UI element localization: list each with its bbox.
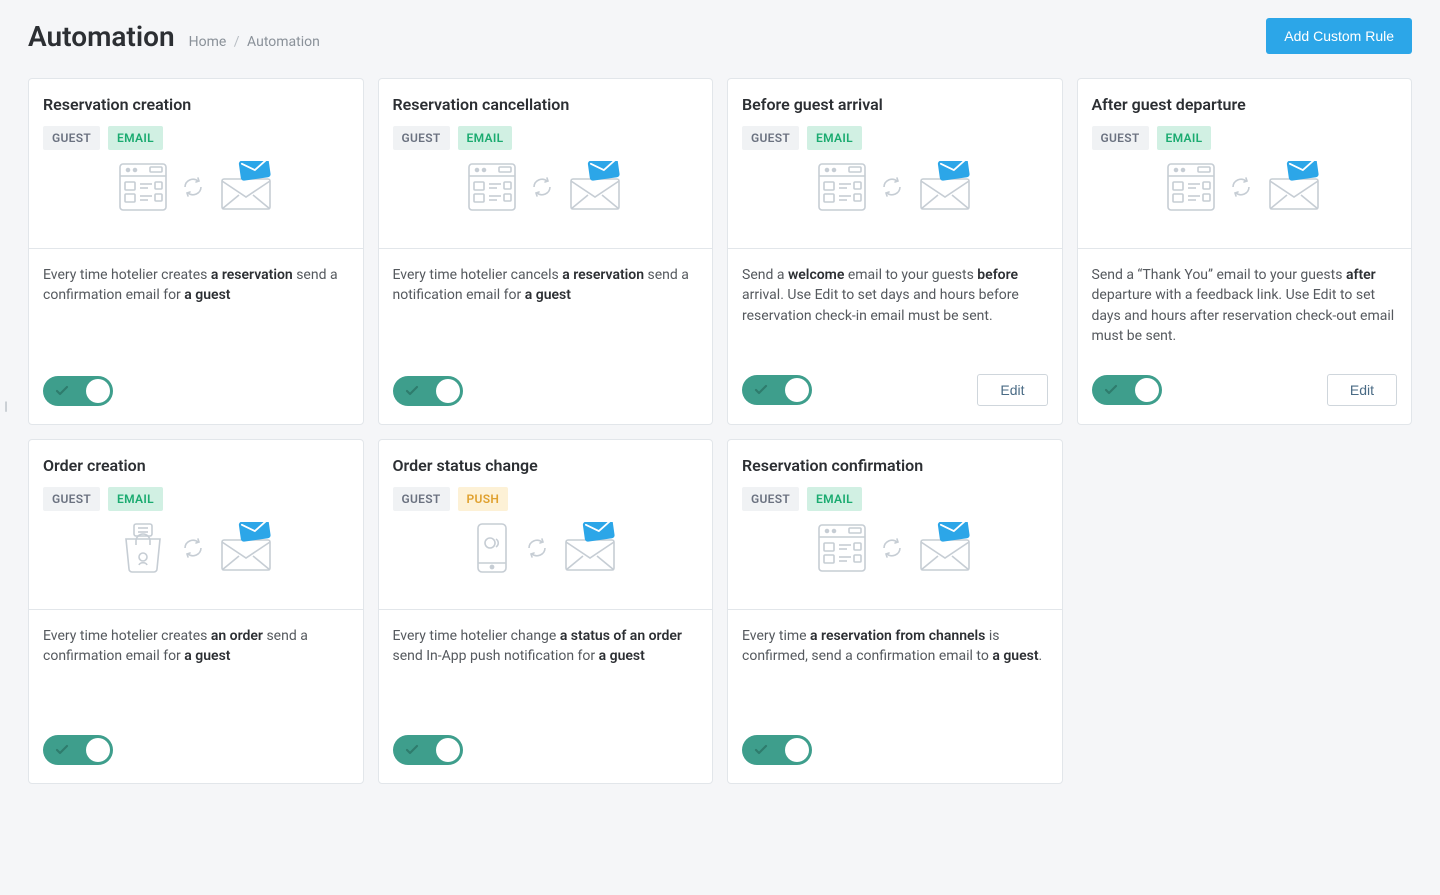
- automation-card: Order status change GUEST PUSH Every tim…: [378, 439, 714, 784]
- check-icon: [55, 384, 69, 398]
- card-title: Order status change: [393, 456, 699, 475]
- reservation-icon: [817, 521, 867, 575]
- toggle-knob: [436, 738, 460, 762]
- cycle-arrows-icon: [531, 176, 553, 198]
- card-title: Reservation confirmation: [742, 456, 1048, 475]
- automation-card: Reservation cancellation GUEST EMAIL Eve…: [378, 78, 714, 425]
- check-icon: [405, 743, 419, 757]
- envelope-icon: [1266, 161, 1322, 213]
- check-icon: [754, 743, 768, 757]
- toggle-knob: [86, 379, 110, 403]
- enable-toggle[interactable]: [393, 735, 463, 765]
- breadcrumb-home[interactable]: Home: [189, 34, 227, 50]
- check-icon: [405, 384, 419, 398]
- check-icon: [1104, 383, 1118, 397]
- tag-guest: GUEST: [43, 487, 100, 511]
- toggle-knob: [785, 738, 809, 762]
- enable-toggle[interactable]: [43, 735, 113, 765]
- tag-guest: GUEST: [1092, 126, 1149, 150]
- tag-guest: GUEST: [742, 126, 799, 150]
- tag-guest: GUEST: [43, 126, 100, 150]
- envelope-icon: [218, 161, 274, 213]
- add-custom-rule-button[interactable]: Add Custom Rule: [1266, 18, 1412, 54]
- card-title: After guest departure: [1092, 95, 1398, 114]
- card-title: Before guest arrival: [742, 95, 1048, 114]
- enable-toggle[interactable]: [43, 376, 113, 406]
- reservation-icon: [118, 160, 168, 214]
- envelope-icon: [218, 522, 274, 574]
- toggle-knob: [86, 738, 110, 762]
- tag-email: EMAIL: [108, 487, 163, 511]
- envelope-icon: [567, 161, 623, 213]
- tag-push: PUSH: [458, 487, 509, 511]
- card-title: Order creation: [43, 456, 349, 475]
- toggle-knob: [1135, 378, 1159, 402]
- cycle-arrows-icon: [1230, 176, 1252, 198]
- envelope-icon: [917, 161, 973, 213]
- toggle-knob: [436, 379, 460, 403]
- card-description: Every time a reservation from channels i…: [728, 609, 1062, 723]
- breadcrumb-separator: /: [234, 34, 240, 50]
- automation-card: Reservation creation GUEST EMAIL Every t…: [28, 78, 364, 425]
- tag-email: EMAIL: [458, 126, 513, 150]
- reservation-icon: [1166, 160, 1216, 214]
- breadcrumb-current: Automation: [247, 34, 320, 50]
- tag-guest: GUEST: [393, 487, 450, 511]
- cycle-arrows-icon: [881, 537, 903, 559]
- enable-toggle[interactable]: [393, 376, 463, 406]
- card-title: Reservation creation: [43, 95, 349, 114]
- enable-toggle[interactable]: [742, 375, 812, 405]
- check-icon: [55, 743, 69, 757]
- phone-icon: [472, 521, 512, 575]
- reservation-icon: [817, 160, 867, 214]
- tag-email: EMAIL: [807, 126, 862, 150]
- cycle-arrows-icon: [881, 176, 903, 198]
- toggle-knob: [785, 378, 809, 402]
- cycle-arrows-icon: [526, 537, 548, 559]
- enable-toggle[interactable]: [742, 735, 812, 765]
- edit-button[interactable]: Edit: [1327, 374, 1397, 406]
- enable-toggle[interactable]: [1092, 375, 1162, 405]
- tag-email: EMAIL: [807, 487, 862, 511]
- automation-card: Reservation confirmation GUEST EMAIL Eve…: [727, 439, 1063, 784]
- page-header: Automation Home / Automation Add Custom …: [28, 18, 1412, 54]
- cycle-arrows-icon: [182, 537, 204, 559]
- card-description: Send a “Thank You” email to your guests …: [1078, 248, 1412, 362]
- tag-email: EMAIL: [1157, 126, 1212, 150]
- automation-card: After guest departure GUEST EMAIL Send a…: [1077, 78, 1413, 425]
- tag-email: EMAIL: [108, 126, 163, 150]
- automation-grid: Reservation creation GUEST EMAIL Every t…: [28, 78, 1412, 784]
- tag-guest: GUEST: [742, 487, 799, 511]
- automation-card: Order creation GUEST EMAIL Every time ho…: [28, 439, 364, 784]
- card-description: Send a welcome email to your guests befo…: [728, 248, 1062, 362]
- collapse-handle[interactable]: ||: [0, 395, 10, 417]
- card-description: Every time hotelier creates an order sen…: [29, 609, 363, 723]
- card-description: Every time hotelier cancels a reservatio…: [379, 248, 713, 364]
- check-icon: [754, 383, 768, 397]
- envelope-icon: [562, 522, 618, 574]
- breadcrumb: Home / Automation: [189, 34, 320, 50]
- order-icon: [118, 521, 168, 575]
- page-title: Automation: [28, 20, 175, 53]
- reservation-icon: [467, 160, 517, 214]
- automation-card: Before guest arrival GUEST EMAIL Send a …: [727, 78, 1063, 425]
- edit-button[interactable]: Edit: [977, 374, 1047, 406]
- card-description: Every time hotelier change a status of a…: [379, 609, 713, 723]
- cycle-arrows-icon: [182, 176, 204, 198]
- envelope-icon: [917, 522, 973, 574]
- card-title: Reservation cancellation: [393, 95, 699, 114]
- tag-guest: GUEST: [393, 126, 450, 150]
- card-description: Every time hotelier creates a reservatio…: [29, 248, 363, 364]
